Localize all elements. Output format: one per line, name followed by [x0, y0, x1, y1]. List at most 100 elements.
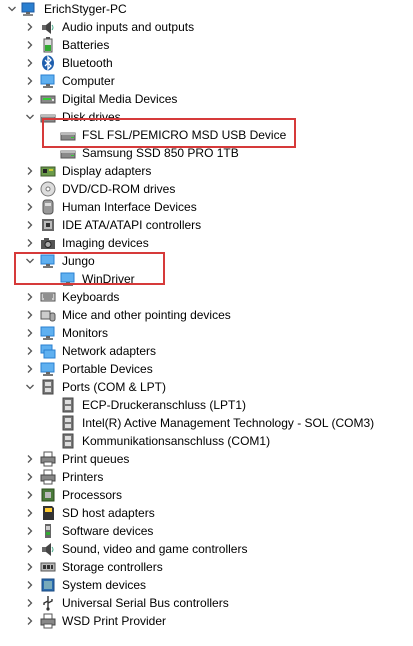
tree-node-mice-and-other-pointing-devices[interactable]: Mice and other pointing devices — [0, 306, 413, 324]
chevron-right-icon[interactable] — [24, 612, 36, 630]
chevron-right-icon[interactable] — [24, 504, 36, 522]
computer-icon — [20, 1, 36, 17]
tree-node-label: Bluetooth — [62, 56, 113, 70]
tree-node-label: Software devices — [62, 524, 154, 538]
chevron-right-icon[interactable] — [24, 450, 36, 468]
tree-node-label: Sound, video and game controllers — [62, 542, 248, 556]
chevron-down-icon[interactable] — [6, 0, 18, 18]
highlight-box-fsl-device — [42, 118, 296, 148]
chevron-right-icon[interactable] — [24, 468, 36, 486]
chevron-right-icon[interactable] — [24, 90, 36, 108]
chevron-right-icon[interactable] — [24, 180, 36, 198]
tree-node-keyboards[interactable]: Keyboards — [0, 288, 413, 306]
tree-node-label: ECP-Druckeranschluss (LPT1) — [82, 398, 247, 412]
chevron-right-icon[interactable] — [24, 216, 36, 234]
tree-node-sound-video-and-game-controllers[interactable]: Sound, video and game controllers — [0, 540, 413, 558]
chevron-down-icon[interactable] — [24, 108, 36, 126]
ide-controller-icon — [40, 217, 56, 233]
chevron-right-icon[interactable] — [24, 306, 36, 324]
processor-icon — [40, 487, 56, 503]
tree-node-computer[interactable]: Computer — [0, 72, 413, 90]
tree-node-ecp-druckeranschluss-lpt1[interactable]: ECP-Druckeranschluss (LPT1) — [0, 396, 413, 414]
tree-node-network-adapters[interactable]: Network adapters — [0, 342, 413, 360]
tree-node-label: IDE ATA/ATAPI controllers — [62, 218, 202, 232]
tree-node-label: Batteries — [62, 38, 110, 52]
camera-icon — [40, 235, 56, 251]
tree-node-batteries[interactable]: Batteries — [0, 36, 413, 54]
monitor-icon — [40, 361, 56, 377]
chevron-right-icon[interactable] — [24, 558, 36, 576]
chevron-right-icon[interactable] — [24, 522, 36, 540]
tree-node-sd-host-adapters[interactable]: SD host adapters — [0, 504, 413, 522]
chevron-right-icon[interactable] — [24, 234, 36, 252]
tree-node-intel-r-active-management-technology-sol-com3[interactable]: Intel(R) Active Management Technology - … — [0, 414, 413, 432]
tree-node-system-devices[interactable]: System devices — [0, 576, 413, 594]
system-device-icon — [40, 577, 56, 593]
chevron-right-icon[interactable] — [24, 540, 36, 558]
tree-node-digital-media-devices[interactable]: Digital Media Devices — [0, 90, 413, 108]
port-icon — [60, 433, 76, 449]
port-icon — [40, 379, 56, 395]
battery-icon — [40, 37, 56, 53]
tree-node-kommunikationsanschluss-com1[interactable]: Kommunikationsanschluss (COM1) — [0, 432, 413, 450]
software-device-icon — [40, 523, 56, 539]
chevron-right-icon[interactable] — [24, 54, 36, 72]
tree-node-processors[interactable]: Processors — [0, 486, 413, 504]
chevron-right-icon[interactable] — [24, 324, 36, 342]
tree-node-storage-controllers[interactable]: Storage controllers — [0, 558, 413, 576]
speaker-icon — [40, 541, 56, 557]
chevron-right-icon[interactable] — [24, 360, 36, 378]
chevron-right-icon[interactable] — [24, 198, 36, 216]
chevron-right-icon[interactable] — [24, 288, 36, 306]
chevron-right-icon[interactable] — [24, 576, 36, 594]
tree-node-imaging-devices[interactable]: Imaging devices — [0, 234, 413, 252]
tree-node-label: Printers — [62, 470, 104, 484]
tree-node-label: Universal Serial Bus controllers — [62, 596, 229, 610]
tree-node-label: Print queues — [62, 452, 130, 466]
monitor-icon — [40, 325, 56, 341]
tree-node-human-interface-devices[interactable]: Human Interface Devices — [0, 198, 413, 216]
tree-node-portable-devices[interactable]: Portable Devices — [0, 360, 413, 378]
tree-node-ports-com-lpt[interactable]: Ports (COM & LPT) — [0, 378, 413, 396]
tree-node-label: SD host adapters — [62, 506, 155, 520]
tree-node-erichstyger-pc[interactable]: ErichStyger-PC — [0, 0, 413, 18]
tree-node-bluetooth[interactable]: Bluetooth — [0, 54, 413, 72]
chevron-right-icon[interactable] — [24, 162, 36, 180]
tree-node-monitors[interactable]: Monitors — [0, 324, 413, 342]
tree-node-printers[interactable]: Printers — [0, 468, 413, 486]
tree-node-dvd-cd-rom-drives[interactable]: DVD/CD-ROM drives — [0, 180, 413, 198]
sd-card-icon — [40, 505, 56, 521]
tree-node-software-devices[interactable]: Software devices — [0, 522, 413, 540]
chevron-right-icon[interactable] — [24, 594, 36, 612]
hid-icon — [40, 199, 56, 215]
tree-node-label: Display adapters — [62, 164, 152, 178]
tree-node-label: Computer — [62, 74, 115, 88]
bluetooth-icon — [40, 55, 56, 71]
chevron-right-icon[interactable] — [24, 342, 36, 360]
chevron-right-icon[interactable] — [24, 72, 36, 90]
tree-node-print-queues[interactable]: Print queues — [0, 450, 413, 468]
tree-node-wsd-print-provider[interactable]: WSD Print Provider — [0, 612, 413, 630]
tree-node-label: Mice and other pointing devices — [62, 308, 231, 322]
tree-node-label: Monitors — [62, 326, 109, 340]
display-adapter-icon — [40, 163, 56, 179]
printer-icon — [40, 613, 56, 629]
chevron-right-icon[interactable] — [24, 18, 36, 36]
tree-node-display-adapters[interactable]: Display adapters — [0, 162, 413, 180]
dvd-drive-icon — [40, 181, 56, 197]
usb-icon — [40, 595, 56, 611]
tree-node-universal-serial-bus-controllers[interactable]: Universal Serial Bus controllers — [0, 594, 413, 612]
tree-node-label: Kommunikationsanschluss (COM1) — [82, 434, 271, 448]
tree-node-ide-ata-atapi-controllers[interactable]: IDE ATA/ATAPI controllers — [0, 216, 413, 234]
tree-node-audio-inputs-and-outputs[interactable]: Audio inputs and outputs — [0, 18, 413, 36]
tree-node-label: Storage controllers — [62, 560, 163, 574]
tree-node-label: Imaging devices — [62, 236, 149, 250]
chevron-right-icon[interactable] — [24, 36, 36, 54]
tree-node-label: Audio inputs and outputs — [62, 20, 195, 34]
network-adapter-icon — [40, 343, 56, 359]
tree-node-label: ErichStyger-PC — [44, 2, 127, 16]
chevron-down-icon[interactable] — [24, 378, 36, 396]
chevron-right-icon[interactable] — [24, 486, 36, 504]
keyboard-icon — [40, 289, 56, 305]
monitor-icon — [40, 73, 56, 89]
